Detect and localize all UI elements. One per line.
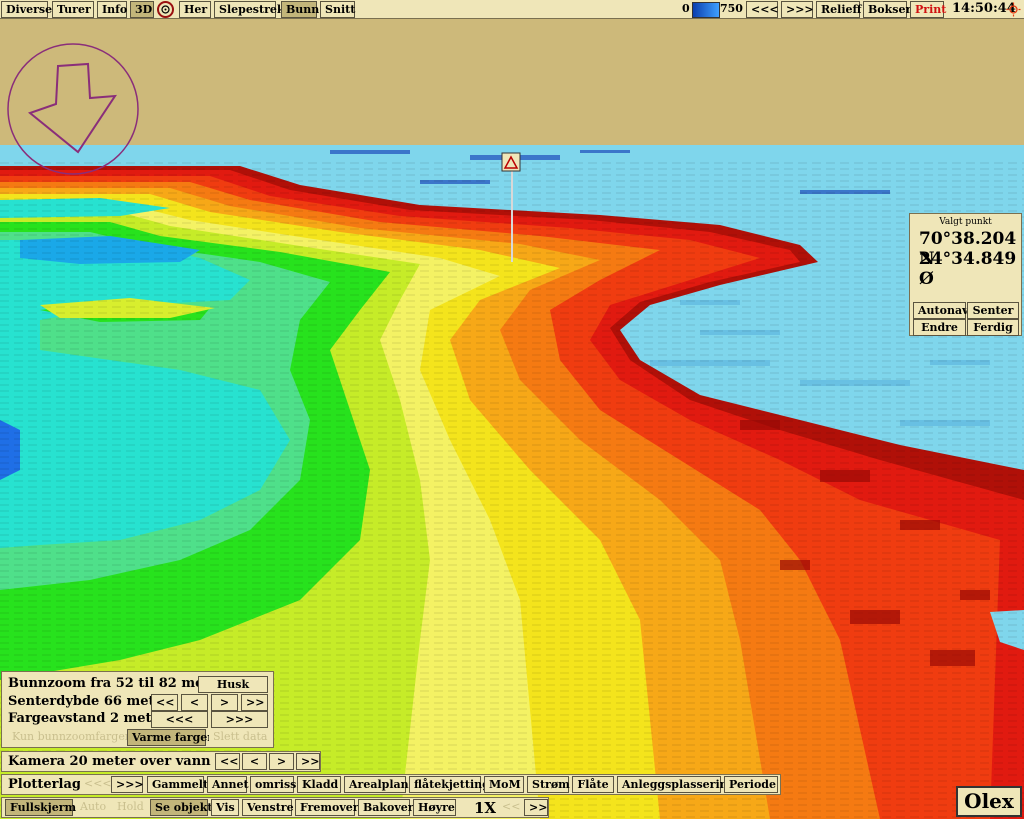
her-button[interactable]: Her: [179, 1, 211, 18]
point-title: Valgt punkt: [939, 217, 992, 227]
print-button[interactable]: Print: [910, 1, 946, 18]
camera-height-label: Kamera 20 meter over vann: [8, 754, 211, 769]
camera-fast-up-button[interactable]: >>: [296, 753, 320, 770]
relieff-button[interactable]: Relieff: [816, 1, 862, 18]
senter-button[interactable]: Senter: [967, 302, 1019, 319]
next-button[interactable]: >>>: [781, 1, 814, 18]
depth-back-button[interactable]: <: [181, 694, 208, 711]
bokser-button[interactable]: Bokser: [863, 1, 911, 18]
color-spacing-increase-button[interactable]: >>>: [211, 711, 268, 728]
endre-button[interactable]: Endre: [913, 319, 966, 336]
camera-down-button[interactable]: <: [242, 753, 267, 770]
fremover-button[interactable]: Fremover: [295, 799, 359, 816]
plotterlag-label: Plotterlag: [8, 777, 81, 792]
prev-button[interactable]: <<<: [746, 1, 779, 18]
menu-turer[interactable]: Turer: [52, 1, 94, 18]
bottom-zoom-panel: Bunnzoom fra 52 til 82 meter Husk Senter…: [1, 671, 274, 748]
depth-scale-max: 750: [720, 2, 743, 15]
depth-scale-bar[interactable]: [692, 2, 720, 18]
layer-flate-button[interactable]: Flåte: [572, 776, 614, 793]
camera-panel: Kamera 20 meter over vann << < > >>: [1, 751, 321, 772]
slett-data-button[interactable]: Slett data: [209, 729, 269, 746]
top-toolbar: Diverse Turer Info 3D Her Slepestrek Bun…: [0, 0, 1024, 19]
point-longitude: 24°34.849 Ø: [919, 249, 1017, 289]
plotter-next-button[interactable]: >>>: [111, 776, 144, 793]
layer-omriss-button[interactable]: omriss: [250, 776, 296, 793]
speed-slower-button[interactable]: <<: [498, 799, 522, 816]
depth-fast-forward-button[interactable]: >>: [241, 694, 268, 711]
bunnzoom-label: Bunnzoom fra 52 til 82 meter: [8, 676, 225, 691]
snitt-button[interactable]: Snitt: [320, 1, 355, 18]
hoyre-button[interactable]: Høyre: [413, 799, 456, 816]
bunn-button[interactable]: Bunn: [281, 1, 319, 18]
vis-button[interactable]: Vis: [211, 799, 239, 816]
autonav-button[interactable]: Autonav: [913, 302, 968, 319]
plotter-layer-panel: Plotterlag <<< >>> Gammelt Annet omriss …: [1, 774, 781, 795]
menu-info[interactable]: Info: [97, 1, 127, 18]
ferdig-button[interactable]: Ferdig: [967, 319, 1019, 336]
speed-indicator: 1X: [474, 799, 497, 817]
kun-bunnzoomfarger-button[interactable]: Kun bunnzoomfarger: [8, 729, 130, 746]
camera-up-button[interactable]: >: [269, 753, 294, 770]
depth-scale-min: 0: [682, 2, 690, 15]
layer-arealplan-button[interactable]: Arealplan: [344, 776, 409, 793]
layer-strom-button[interactable]: Strøm: [527, 776, 570, 793]
plotter-prev-button[interactable]: <<<: [80, 776, 112, 793]
layer-periode-button[interactable]: Periode: [724, 776, 778, 793]
layer-gammelt-button[interactable]: Gammelt: [147, 776, 208, 793]
fargeavstand-label: Fargeavstand 2 meter: [8, 711, 167, 726]
menu-diverse[interactable]: Diverse: [1, 1, 52, 18]
layer-anleggsplassering-button[interactable]: Anleggsplassering: [617, 776, 735, 793]
layer-kladd-button[interactable]: Kladd: [297, 776, 341, 793]
depth-fast-back-button[interactable]: <<: [151, 694, 178, 711]
hold-button[interactable]: Hold: [113, 799, 147, 816]
bottom-navigation-bar: Fullskjerm Auto Hold Se objekt Vis Venst…: [1, 797, 549, 818]
fullskjerm-button[interactable]: Fullskjerm: [5, 799, 76, 816]
depth-forward-button[interactable]: >: [211, 694, 238, 711]
sun-icon[interactable]: [1006, 2, 1021, 17]
varme-farger-button[interactable]: Varme farger: [127, 729, 213, 746]
color-spacing-decrease-button[interactable]: <<<: [151, 711, 208, 728]
layer-annet-button[interactable]: Annet: [207, 776, 249, 793]
bakover-button[interactable]: Bakover: [358, 799, 414, 816]
se-objekt-button[interactable]: Se objekt: [150, 799, 212, 816]
olex-logo[interactable]: Olex: [956, 786, 1022, 817]
selected-point-panel: Valgt punkt 70°38.204 N 24°34.849 Ø Auto…: [909, 213, 1022, 336]
camera-fast-down-button[interactable]: <<: [215, 753, 240, 770]
venstre-button[interactable]: Venstre: [242, 799, 294, 816]
sky: [0, 19, 1024, 149]
layer-flatekjetting-button[interactable]: flåtekjetting: [409, 776, 490, 793]
menu-3d[interactable]: 3D: [130, 1, 154, 18]
husk-button[interactable]: Husk: [198, 676, 268, 693]
senterdybde-label: Senterdybde 66 meter: [8, 694, 170, 709]
auto-button[interactable]: Auto: [76, 799, 110, 816]
slepestrek-button[interactable]: Slepestrek: [214, 1, 285, 18]
layer-mom-button[interactable]: MoM: [484, 776, 524, 793]
target-icon[interactable]: [157, 1, 174, 18]
speed-faster-button[interactable]: >>: [524, 799, 548, 816]
